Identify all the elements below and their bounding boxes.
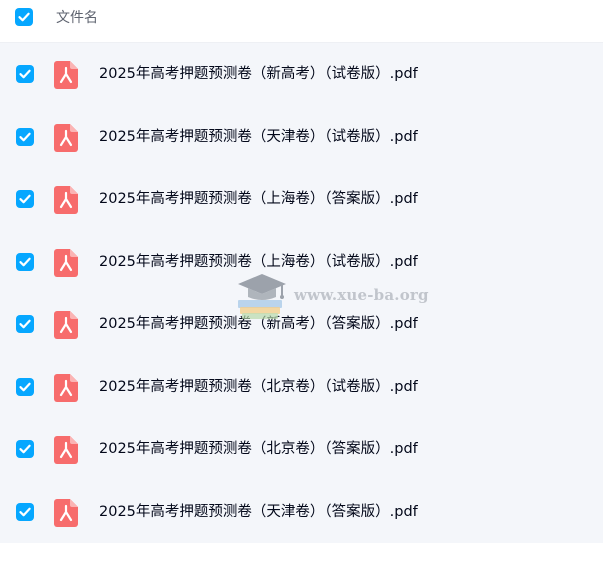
pdf-icon bbox=[54, 248, 78, 277]
column-header-filename[interactable]: 文件名 bbox=[56, 9, 98, 27]
pdf-icon bbox=[54, 311, 78, 339]
file-name[interactable]: 2025年高考押题预测卷（北京卷）（答案版）.pdf bbox=[99, 439, 418, 459]
checkmark-icon bbox=[19, 132, 31, 141]
checkmark-icon bbox=[19, 382, 31, 391]
file-checkbox[interactable] bbox=[16, 440, 34, 458]
file-name[interactable]: 2025年高考押题预测卷（天津卷）（答案版）.pdf bbox=[99, 502, 418, 522]
checkmark-icon bbox=[19, 444, 31, 454]
select-all-checkbox[interactable] bbox=[15, 8, 33, 26]
file-row[interactable]: 2025年高考押题预测卷（新高考）（试卷版）.pdf bbox=[0, 43, 603, 105]
file-row[interactable]: 2025年高考押题预测卷（北京卷）（答案版）.pdf bbox=[0, 418, 603, 480]
file-list-header: 文件名 bbox=[0, 0, 603, 43]
pdf-icon bbox=[54, 373, 78, 402]
file-row[interactable]: 2025年高考押题预测卷（上海卷）（答案版）.pdf bbox=[0, 168, 603, 230]
pdf-icon bbox=[54, 186, 78, 214]
file-checkbox[interactable] bbox=[16, 127, 34, 146]
pdf-icon bbox=[54, 123, 78, 152]
file-name[interactable]: 2025年高考押题预测卷（新高考）（答案版）.pdf bbox=[99, 314, 418, 334]
checkmark-icon bbox=[18, 12, 30, 22]
checkmark-icon bbox=[19, 319, 31, 329]
file-row[interactable]: 2025年高考押题预测卷（上海卷）（试卷版）.pdf bbox=[0, 231, 603, 293]
checkmark-icon bbox=[19, 507, 31, 516]
pdf-icon bbox=[54, 61, 78, 89]
checkmark-icon bbox=[19, 194, 31, 204]
file-name[interactable]: 2025年高考押题预测卷（天津卷）（试卷版）.pdf bbox=[99, 127, 418, 147]
file-name[interactable]: 2025年高考押题预测卷（上海卷）（答案版）.pdf bbox=[99, 189, 418, 209]
file-checkbox[interactable] bbox=[16, 65, 34, 83]
file-row[interactable]: 2025年高考押题预测卷（北京卷）（试卷版）.pdf bbox=[0, 356, 603, 418]
checkmark-icon bbox=[19, 257, 31, 266]
file-checkbox[interactable] bbox=[16, 377, 34, 396]
file-row[interactable]: 2025年高考押题预测卷（天津卷）（答案版）.pdf bbox=[0, 481, 603, 543]
file-checkbox[interactable] bbox=[16, 252, 34, 271]
file-row[interactable]: 2025年高考押题预测卷（天津卷）（试卷版）.pdf bbox=[0, 106, 603, 168]
file-name[interactable]: 2025年高考押题预测卷（新高考）（试卷版）.pdf bbox=[99, 64, 418, 84]
file-row[interactable]: 2025年高考押题预测卷（新高考）（答案版）.pdf bbox=[0, 293, 603, 355]
pdf-icon bbox=[54, 436, 78, 464]
pdf-icon bbox=[54, 498, 78, 527]
file-checkbox[interactable] bbox=[16, 190, 34, 208]
file-checkbox[interactable] bbox=[16, 315, 34, 333]
file-name[interactable]: 2025年高考押题预测卷（上海卷）（试卷版）.pdf bbox=[99, 252, 418, 272]
checkmark-icon bbox=[19, 69, 31, 79]
file-checkbox[interactable] bbox=[16, 502, 34, 521]
file-list: 2025年高考押题预测卷（新高考）（试卷版）.pdf 2025年高考押题预测卷（… bbox=[0, 43, 603, 543]
file-name[interactable]: 2025年高考押题预测卷（北京卷）（试卷版）.pdf bbox=[99, 377, 418, 397]
